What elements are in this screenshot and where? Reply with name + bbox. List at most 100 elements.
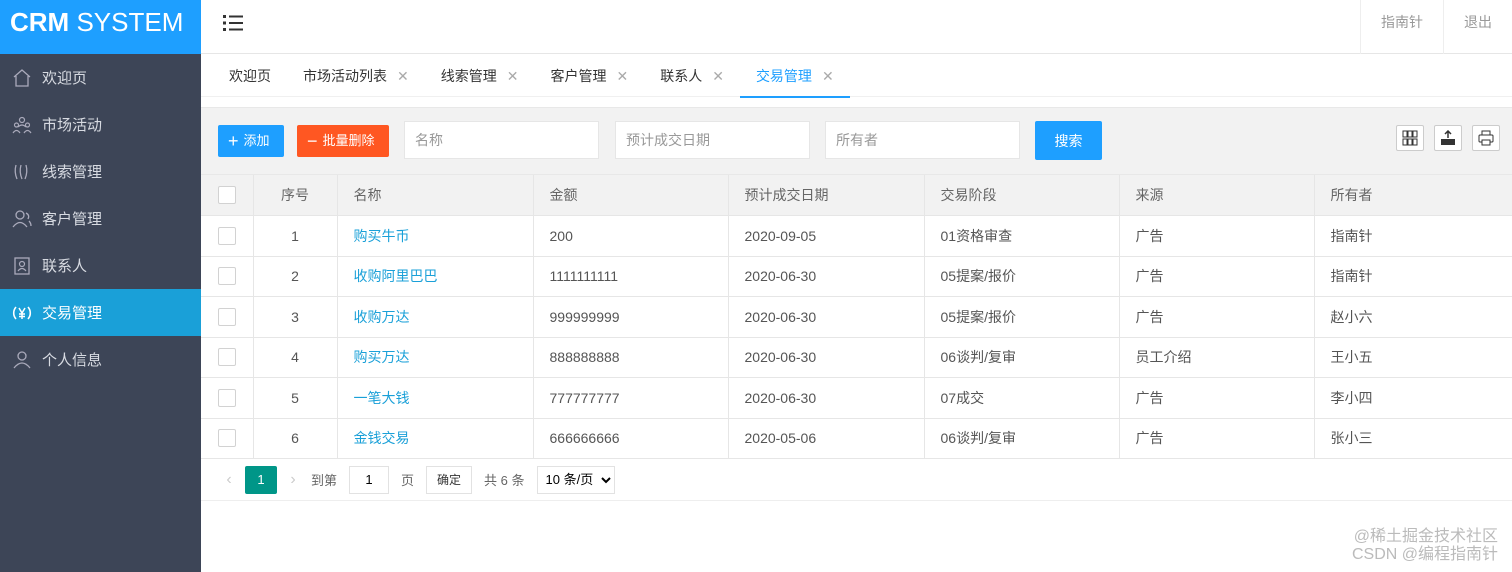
table-cell: 01资格审查 (924, 215, 1120, 257)
minus-icon: − (307, 131, 318, 151)
batch-delete-button[interactable]: − 批量删除 (297, 125, 389, 157)
tab-label: 市场活动列表 (303, 68, 387, 84)
sidebar-item-1[interactable]: 市场活动 (0, 101, 201, 148)
tab-2[interactable]: 线索管理 ✕ (425, 55, 535, 97)
sidebar-item-0[interactable]: 欢迎页 (0, 54, 201, 101)
page-unit-label: 页 (401, 473, 415, 488)
page-size-select[interactable]: 10 条/页 (536, 465, 615, 494)
sidebar-item-label: 线索管理 (42, 164, 103, 181)
sidebar: CRM SYSTEM 欢迎页市场活动线索管理客户管理联系人交易管理个人信息 (0, 0, 201, 572)
table-row: 5 一笔大钱 777777777 2020-06-30 07成交 广告 李小四 (201, 377, 1512, 419)
close-icon[interactable]: ✕ (507, 68, 519, 85)
sidebar-item-4[interactable]: 联系人 (0, 242, 201, 289)
column-header: 序号 (253, 175, 338, 216)
row-checkbox[interactable] (217, 307, 236, 326)
column-header: 金额 (533, 175, 729, 216)
deal-name-link[interactable]: 收购阿里巴巴 (337, 256, 534, 297)
close-icon[interactable]: ✕ (822, 68, 834, 85)
close-icon[interactable]: ✕ (397, 68, 409, 85)
main-content: +添加 −批量删除 搜索 序号名称金额预计成交日期交易阶段来源所有者 1购买牛币… (201, 107, 1512, 572)
table-cell: 王小五 (1314, 337, 1512, 378)
tab-5[interactable]: 交易管理 ✕ (739, 55, 850, 98)
tab-label: 联系人 (660, 68, 703, 84)
tab-0[interactable]: 欢迎页 (213, 55, 287, 97)
table-cell: 666666666 (533, 418, 729, 459)
yen-circle-icon (12, 303, 32, 323)
tab-4[interactable]: 联系人 ✕ (644, 55, 740, 97)
tab-3[interactable]: 客户管理 ✕ (534, 55, 644, 97)
table-body: 1 购买牛币 200 2020-09-05 01资格审查 广告 指南针 2 收购阿里巴巴 1111… (201, 215, 1512, 459)
sidebar-item-5[interactable]: 交易管理 (0, 289, 201, 336)
deal-name-link[interactable]: 购买万达 (337, 337, 534, 378)
row-checkbox[interactable] (217, 429, 236, 448)
table-cell: 888888888 (533, 337, 729, 378)
table-cell: 广告 (1119, 418, 1315, 459)
goto-confirm-button[interactable]: 确定 (426, 465, 473, 494)
sidebar-item-label: 交易管理 (42, 305, 103, 322)
sidebar-item-6[interactable]: 个人信息 (0, 336, 201, 383)
add-button[interactable]: + 添加 (218, 125, 284, 157)
row-select-cell (201, 418, 254, 459)
tab-1[interactable]: 市场活动列表 ✕ (287, 55, 425, 97)
table-cell: 06谈判/复审 (924, 418, 1120, 459)
prev-page-icon[interactable]: ‹ (217, 471, 241, 489)
logout-link[interactable]: 退出 (1443, 0, 1512, 54)
select-all-cell (201, 175, 254, 216)
column-header: 来源 (1119, 175, 1315, 216)
row-checkbox[interactable] (217, 388, 236, 407)
table-row: 1 购买牛币 200 2020-09-05 01资格审查 广告 指南针 (201, 215, 1512, 257)
row-checkbox[interactable] (217, 226, 236, 245)
table-cell: 06谈判/复审 (924, 337, 1120, 378)
sidebar-item-2[interactable]: 线索管理 (0, 148, 201, 195)
pagination: ‹ 1 › 到第 页 确定 共 6 条 10 条/页 (201, 459, 1512, 501)
name-search-input[interactable] (404, 121, 599, 159)
home-icon (12, 68, 32, 88)
export-icon[interactable] (1434, 125, 1462, 151)
table-row: 3 收购万达 999999999 2020-06-30 05提案/报价 广告 赵小六 (201, 296, 1512, 338)
deal-name-link[interactable]: 一笔大钱 (337, 377, 534, 419)
table-cell: 07成交 (924, 377, 1120, 419)
sidebar-item-3[interactable]: 客户管理 (0, 195, 201, 242)
table-cell: 广告 (1119, 296, 1315, 338)
table-cell: 赵小六 (1314, 296, 1512, 338)
tab-label: 客户管理 (550, 68, 607, 84)
sidebar-item-label: 客户管理 (42, 211, 103, 228)
table-row: 2 收购阿里巴巴 1111111111 2020-06-30 05提案/报价 广告 指南针 (201, 256, 1512, 297)
search-toolbar: +添加 −批量删除 搜索 (201, 107, 1512, 175)
table-header-row: 序号 名称 金额 预计成交日期 交易阶段 来源 所有者 (201, 175, 1512, 216)
deal-name-link[interactable]: 购买牛币 (337, 215, 534, 257)
row-checkbox[interactable] (217, 267, 236, 286)
table-row: 6 金钱交易 666666666 2020-05-06 06谈判/复审 广告 张小三 (201, 418, 1512, 459)
sidebar-item-label: 市场活动 (42, 117, 103, 134)
deal-name-link[interactable]: 收购万达 (337, 296, 534, 338)
goto-label: 到第 (311, 473, 338, 488)
deal-name-link[interactable]: 金钱交易 (337, 418, 534, 459)
goto-page-input[interactable] (349, 465, 390, 494)
select-all-checkbox[interactable] (217, 186, 236, 205)
owner-search-input[interactable] (825, 121, 1020, 159)
app-logo: CRM SYSTEM (0, 0, 201, 54)
menu-toggle-icon[interactable] (221, 12, 247, 34)
close-icon[interactable]: ✕ (712, 68, 724, 85)
watermark: @稀土掘金技术社区 CSDN @编程指南针 (1352, 528, 1498, 564)
row-select-cell (201, 215, 254, 257)
watermark-line-2: CSDN @编程指南针 (1351, 546, 1498, 563)
current-page-button[interactable]: 1 (245, 465, 277, 494)
sidebar-item-label: 联系人 (42, 258, 88, 275)
search-button[interactable]: 搜索 (1035, 121, 1102, 160)
column-header: 预计成交日期 (728, 175, 925, 216)
print-icon[interactable] (1472, 125, 1500, 151)
columns-filter-icon[interactable] (1396, 125, 1424, 151)
row-select-cell (201, 296, 254, 338)
row-checkbox[interactable] (217, 348, 236, 367)
table-cell: 广告 (1119, 215, 1315, 257)
table-cell: 张小三 (1314, 418, 1512, 459)
date-search-input[interactable] (615, 121, 810, 159)
contact-card-icon (12, 256, 32, 276)
close-icon[interactable]: ✕ (616, 68, 628, 85)
table-cell: 777777777 (533, 377, 729, 419)
header-user-link[interactable]: 指南针 (1360, 0, 1443, 54)
next-page-icon[interactable]: › (281, 471, 305, 489)
table-cell: 2020-06-30 (728, 377, 925, 419)
deals-table: 序号 名称 金额 预计成交日期 交易阶段 来源 所有者 1 购买牛币 200 2020-09-05… (201, 175, 1512, 459)
